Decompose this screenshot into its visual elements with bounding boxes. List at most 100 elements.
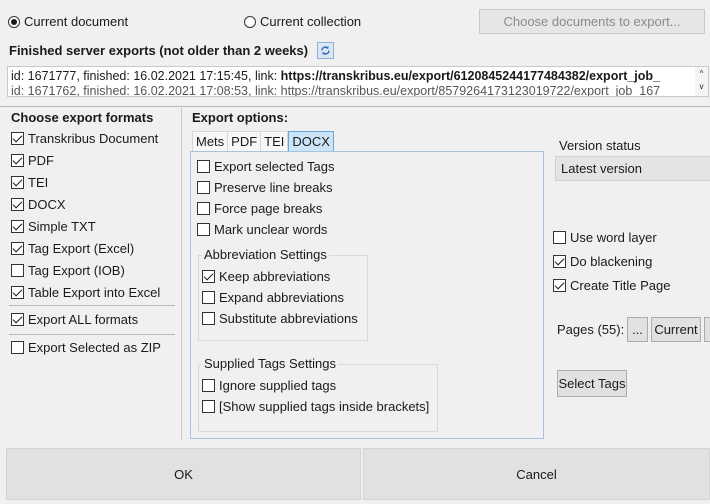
format-table-export-excel[interactable]: Table Export into Excel (11, 285, 160, 300)
docx-extra-options: Use word layer Do blackening Create Titl… (553, 230, 670, 293)
refresh-button[interactable] (317, 42, 335, 59)
choose-documents-button[interactable]: Choose documents to export... (479, 9, 705, 34)
radio-current-collection[interactable]: Current collection (244, 14, 361, 29)
export-selected-tags-checkbox[interactable]: Export selected Tags (197, 159, 334, 174)
format-label: Simple TXT (28, 219, 96, 234)
checkbox (197, 160, 210, 173)
use-word-layer-checkbox[interactable]: Use word layer (553, 230, 670, 245)
scroll-down-icon[interactable]: v (695, 80, 708, 93)
tab-tei[interactable]: TEI (261, 131, 289, 151)
checkbox-label: Use word layer (570, 230, 657, 245)
export-entry-link[interactable]: https://transkribus.eu/export/6120845244… (281, 69, 660, 83)
exports-heading-text: Finished server exports (not older than … (9, 43, 309, 58)
tab-docx[interactable]: DOCX (288, 131, 334, 151)
format-label: Tag Export (IOB) (28, 263, 125, 278)
checkbox-label: Substitute abbreviations (219, 311, 358, 326)
tab-mets[interactable]: Mets (192, 131, 229, 151)
format-tag-export-excel[interactable]: Tag Export (Excel) (11, 241, 160, 256)
expand-abbreviations-checkbox[interactable]: Expand abbreviations (202, 290, 358, 305)
abbreviation-settings-group: Abbreviation Settings Keep abbreviations… (198, 247, 368, 341)
checkbox-label: Do blackening (570, 254, 653, 269)
options-tabs: Mets PDF TEI DOCX (192, 131, 334, 151)
version-status-label: Version status (559, 138, 641, 153)
pages-current-button[interactable]: Current (651, 317, 701, 342)
create-title-page-checkbox[interactable]: Create Title Page (553, 278, 670, 293)
exports-list[interactable]: id: 1671777, finished: 16.02.2021 17:15:… (7, 66, 709, 97)
checkbox (553, 231, 566, 244)
checkbox-label: Force page breaks (214, 201, 323, 216)
scroll-up-icon[interactable]: ^ (695, 67, 708, 80)
checkbox (202, 291, 215, 304)
pages-dots-button[interactable]: ... (627, 317, 648, 342)
checkbox (197, 202, 210, 215)
checkbox (11, 132, 24, 145)
checkbox (197, 223, 210, 236)
pages-label: Pages (55): (557, 322, 625, 337)
format-transkribus-document[interactable]: Transkribus Document (11, 131, 160, 146)
export-all-formats-label: Export ALL formats (28, 312, 139, 327)
format-pdf[interactable]: PDF (11, 153, 160, 168)
ignore-supplied-tags-checkbox[interactable]: Ignore supplied tags (202, 378, 429, 393)
cancel-button[interactable]: Cancel (363, 448, 710, 500)
refresh-icon (321, 46, 330, 55)
checkbox-label: Mark unclear words (214, 222, 328, 237)
export-entry-info: id: 1671777, finished: 16.02.2021 17:15:… (11, 69, 281, 83)
format-label: Tag Export (Excel) (28, 241, 135, 256)
supplied-tags-settings-heading: Supplied Tags Settings (202, 356, 339, 371)
version-status-select[interactable]: Latest version (555, 156, 710, 181)
substitute-abbreviations-checkbox[interactable]: Substitute abbreviations (202, 311, 358, 326)
checkbox-label: Create Title Page (570, 278, 671, 293)
abbreviation-settings-heading: Abbreviation Settings (202, 247, 329, 262)
divider (0, 106, 710, 107)
export-zip-checkbox[interactable]: Export Selected as ZIP (11, 340, 161, 355)
do-blackening-checkbox[interactable]: Do blackening (553, 254, 670, 269)
checkbox (11, 176, 24, 189)
format-tag-export-iob[interactable]: Tag Export (IOB) (11, 263, 160, 278)
checkbox (202, 379, 215, 392)
checkbox (11, 220, 24, 233)
divider (9, 334, 175, 335)
formats-list: Transkribus Document PDF TEI DOCX Simple… (11, 131, 160, 300)
checkbox (202, 400, 215, 413)
radio-current-document[interactable]: Current document (8, 14, 128, 29)
export-entry[interactable]: id: 1671762, finished: 16.02.2021 17:08:… (11, 84, 660, 96)
pages-next-button[interactable] (704, 317, 710, 342)
format-docx[interactable]: DOCX (11, 197, 160, 212)
export-entry[interactable]: id: 1671777, finished: 16.02.2021 17:15:… (11, 69, 660, 83)
checkbox (11, 313, 24, 326)
vertical-divider (181, 108, 182, 440)
format-simple-txt[interactable]: Simple TXT (11, 219, 160, 234)
format-label: Transkribus Document (28, 131, 159, 146)
supplied-tags-options: Ignore supplied tags [Show supplied tags… (202, 378, 429, 414)
checkbox (553, 279, 566, 292)
divider (9, 305, 175, 306)
ok-button[interactable]: OK (6, 448, 361, 500)
preserve-line-breaks-checkbox[interactable]: Preserve line breaks (197, 180, 334, 195)
formats-heading: Choose export formats (11, 110, 154, 125)
format-label: PDF (28, 153, 54, 168)
mark-unclear-words-checkbox[interactable]: Mark unclear words (197, 222, 334, 237)
checkbox-label: [Show supplied tags inside brackets] (219, 399, 430, 414)
checkbox-label: Ignore supplied tags (219, 378, 337, 393)
docx-options: Export selected Tags Preserve line break… (197, 159, 334, 237)
radio-current-collection-label: Current collection (260, 14, 362, 29)
format-tei[interactable]: TEI (11, 175, 160, 190)
tab-pdf[interactable]: PDF (228, 131, 262, 151)
abbreviation-options: Keep abbreviations Expand abbreviations … (202, 269, 358, 326)
force-page-breaks-checkbox[interactable]: Force page breaks (197, 201, 334, 216)
checkbox (11, 242, 24, 255)
format-label: Table Export into Excel (28, 285, 161, 300)
show-supplied-tags-checkbox[interactable]: [Show supplied tags inside brackets] (202, 399, 429, 414)
select-tags-button[interactable]: Select Tags (557, 370, 627, 397)
keep-abbreviations-checkbox[interactable]: Keep abbreviations (202, 269, 358, 284)
checkbox (11, 341, 24, 354)
checkbox-label: Expand abbreviations (219, 290, 345, 305)
export-zip-label: Export Selected as ZIP (28, 340, 161, 355)
exports-scrollbar[interactable]: ^ v (695, 67, 708, 96)
export-all-formats-checkbox[interactable]: Export ALL formats (11, 312, 138, 327)
checkbox (11, 286, 24, 299)
checkbox (202, 312, 215, 325)
checkbox (202, 270, 215, 283)
checkbox-label: Export selected Tags (214, 159, 335, 174)
format-label: TEI (28, 175, 49, 190)
